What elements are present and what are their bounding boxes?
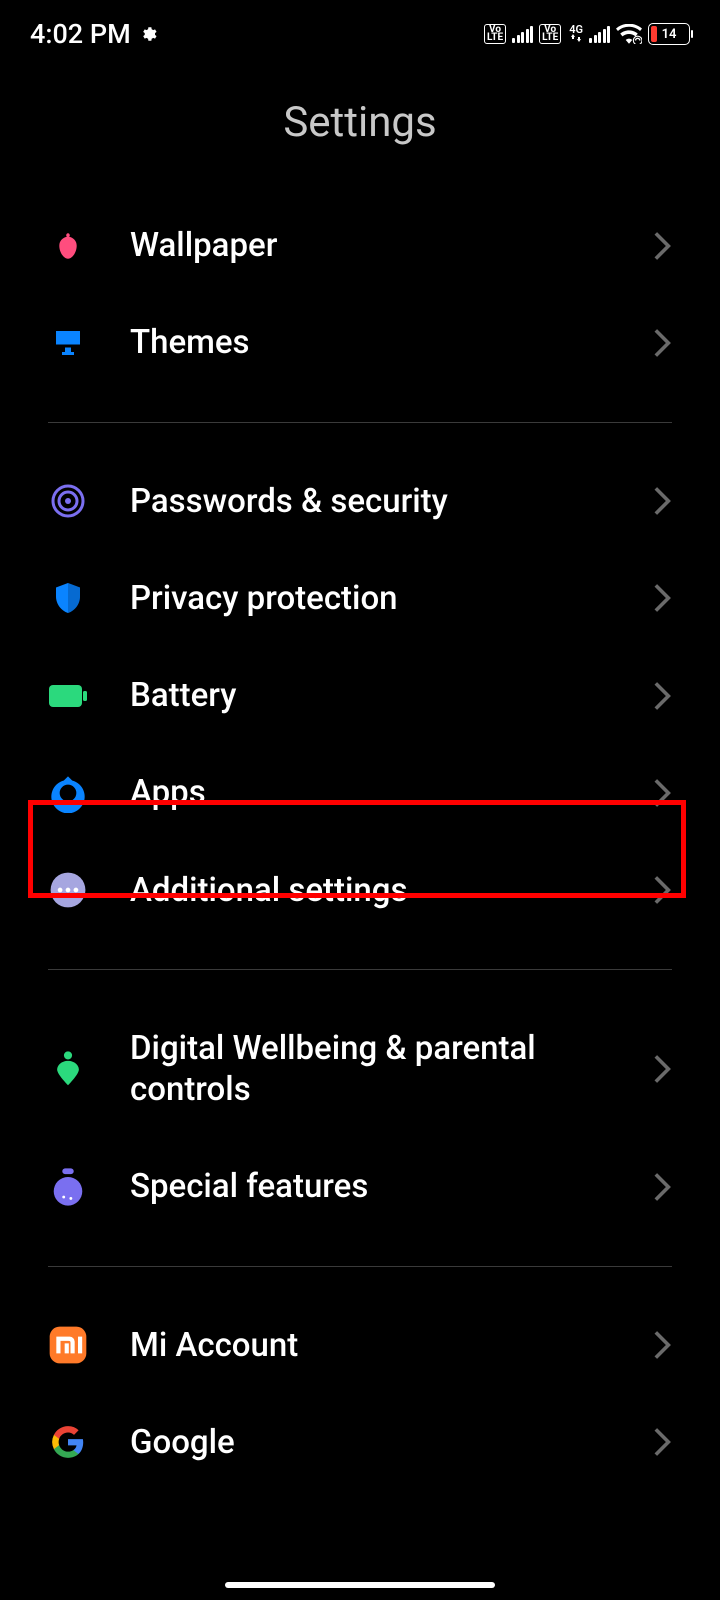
volte-badge-2-icon: VoLTE <box>539 24 561 44</box>
volte-badge-1-icon: VoLTE <box>484 24 506 44</box>
chevron-right-icon <box>654 328 672 358</box>
network-type-label: 4G <box>569 25 583 43</box>
chevron-right-icon <box>654 583 672 613</box>
list-item-label: Additional settings <box>130 870 612 911</box>
list-item-label: Mi Account <box>130 1325 612 1366</box>
settings-item-privacy-protection[interactable]: Privacy protection <box>48 550 672 647</box>
settings-item-apps[interactable]: Apps <box>48 744 672 841</box>
mi-logo-icon <box>48 1325 88 1365</box>
chevron-right-icon <box>654 1330 672 1360</box>
list-item-label: Privacy protection <box>130 578 612 619</box>
shield-icon <box>48 578 88 618</box>
home-indicator[interactable] <box>225 1582 495 1588</box>
battery-icon: 14 <box>648 23 690 45</box>
chevron-right-icon <box>654 1054 672 1084</box>
themes-icon <box>48 323 88 363</box>
settings-section-extras: Digital Wellbeing & parental controls Sp… <box>48 1000 672 1267</box>
settings-section-system: Passwords & security Privacy protection … <box>48 453 672 970</box>
settings-item-additional-settings[interactable]: Additional settings <box>48 842 672 939</box>
list-item-label: Themes <box>130 322 612 363</box>
gear-icon <box>139 25 157 43</box>
list-item-label: Wallpaper <box>130 225 612 266</box>
chevron-right-icon <box>654 1427 672 1457</box>
chevron-right-icon <box>654 486 672 516</box>
apps-icon <box>48 773 88 813</box>
list-item-label: Google <box>130 1422 612 1463</box>
chevron-right-icon <box>654 778 672 808</box>
settings-section-appearance: Wallpaper Themes <box>48 197 672 423</box>
settings-item-battery[interactable]: Battery <box>48 647 672 744</box>
battery-icon <box>48 676 88 716</box>
settings-item-digital-wellbeing[interactable]: Digital Wellbeing & parental controls <box>48 1000 672 1139</box>
settings-item-themes[interactable]: Themes <box>48 294 672 391</box>
status-right-group: VoLTE VoLTE 4G 14 <box>484 23 690 45</box>
page-title: Settings <box>0 98 720 147</box>
additional-settings-icon <box>48 870 88 910</box>
special-features-icon <box>48 1167 88 1207</box>
list-item-label: Special features <box>130 1166 612 1207</box>
chevron-right-icon <box>654 875 672 905</box>
clock-time: 4:02 PM <box>30 18 131 50</box>
settings-item-passwords-security[interactable]: Passwords & security <box>48 453 672 550</box>
settings-item-google[interactable]: Google <box>48 1394 672 1463</box>
wallpaper-icon <box>48 226 88 266</box>
chevron-right-icon <box>654 231 672 261</box>
settings-item-wallpaper[interactable]: Wallpaper <box>48 197 672 294</box>
list-item-label: Apps <box>130 772 612 813</box>
wifi-icon <box>616 24 642 44</box>
signal-bars-1-icon <box>512 25 533 43</box>
digital-wellbeing-icon <box>48 1049 88 1089</box>
google-logo-icon <box>48 1422 88 1462</box>
list-item-label: Digital Wellbeing & parental controls <box>130 1028 612 1111</box>
settings-section-accounts: Mi Account Google <box>48 1297 672 1494</box>
status-left-group: 4:02 PM <box>30 18 157 50</box>
status-bar: 4:02 PM VoLTE VoLTE 4G 14 <box>0 0 720 60</box>
settings-item-mi-account[interactable]: Mi Account <box>48 1297 672 1394</box>
list-item-label: Battery <box>130 675 612 716</box>
battery-level: 14 <box>649 27 689 42</box>
settings-item-special-features[interactable]: Special features <box>48 1138 672 1235</box>
fingerprint-icon <box>48 481 88 521</box>
signal-bars-2-icon <box>589 25 610 43</box>
list-item-label: Passwords & security <box>130 481 612 522</box>
chevron-right-icon <box>654 1172 672 1202</box>
chevron-right-icon <box>654 681 672 711</box>
